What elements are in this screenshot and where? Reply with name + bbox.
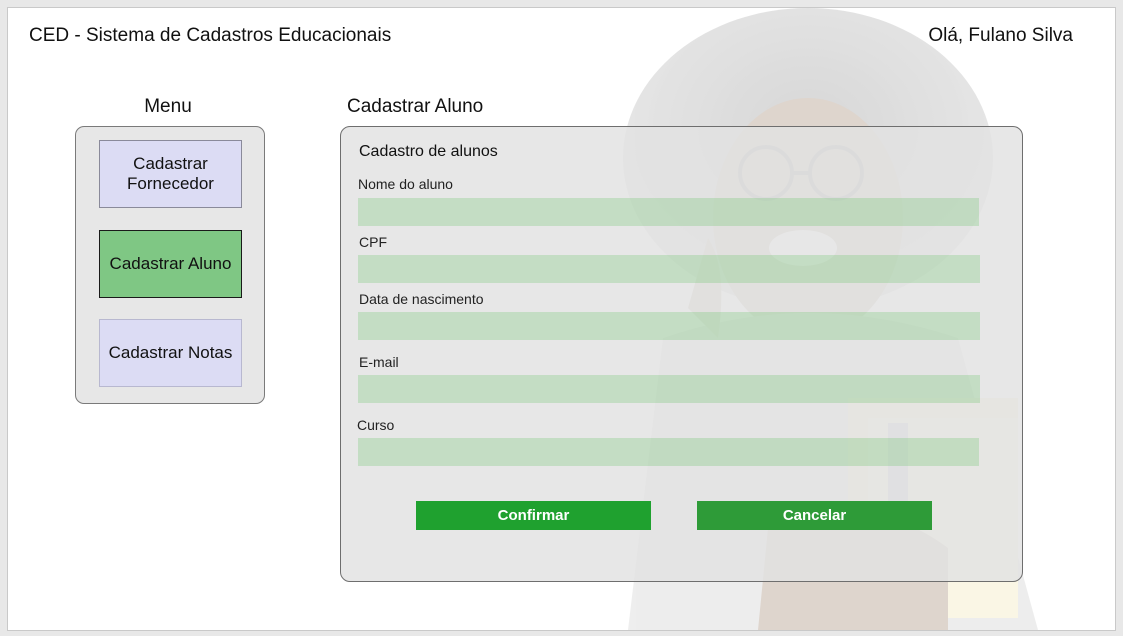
student-name-label: Nome do aluno xyxy=(358,176,453,192)
confirm-button[interactable]: Confirmar xyxy=(416,501,651,530)
student-form-panel: Cadastro de alunos Nome do aluno CPF Dat… xyxy=(340,126,1023,582)
menu-panel: Cadastrar Fornecedor Cadastrar Aluno Cad… xyxy=(75,126,265,404)
cpf-input[interactable] xyxy=(358,255,980,283)
student-name-input[interactable] xyxy=(358,198,979,226)
cpf-label: CPF xyxy=(359,234,387,250)
user-greeting: Olá, Fulano Silva xyxy=(928,25,1073,46)
cancel-button[interactable]: Cancelar xyxy=(697,501,932,530)
birth-date-input[interactable] xyxy=(358,312,980,340)
birth-date-label: Data de nascimento xyxy=(359,291,484,307)
email-label: E-mail xyxy=(359,354,399,370)
course-input[interactable] xyxy=(358,438,979,466)
menu-item-cadastrar-notas[interactable]: Cadastrar Notas xyxy=(99,319,242,387)
app-window: CED - Sistema de Cadastros Educacionais … xyxy=(7,7,1116,631)
page-title: Cadastrar Aluno xyxy=(347,96,484,117)
course-label: Curso xyxy=(357,417,395,433)
app-title: CED - Sistema de Cadastros Educacionais xyxy=(29,25,392,46)
menu-item-cadastrar-fornecedor[interactable]: Cadastrar Fornecedor xyxy=(99,140,242,208)
form-title: Cadastro de alunos xyxy=(359,143,498,160)
email-input[interactable] xyxy=(358,375,980,403)
menu-heading: Menu xyxy=(144,96,192,117)
menu-item-cadastrar-aluno[interactable]: Cadastrar Aluno xyxy=(99,230,242,298)
